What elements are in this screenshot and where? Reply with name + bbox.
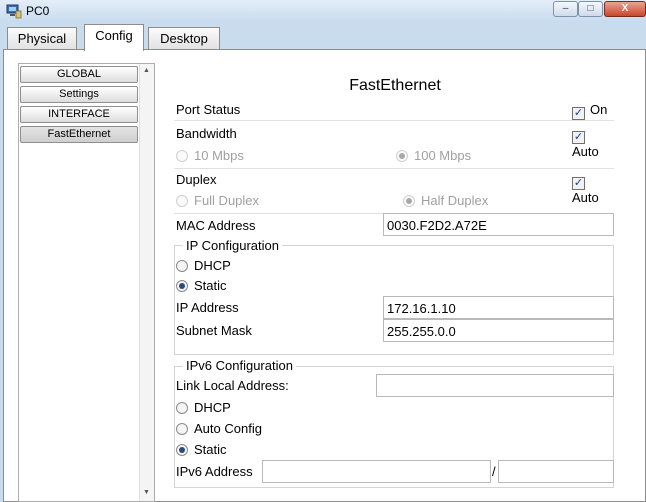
ipv6-dhcp-label: DHCP: [194, 400, 231, 415]
subnet-mask-field[interactable]: 255.255.0.0: [383, 319, 614, 342]
scroll-down-icon[interactable]: ▼: [143, 489, 150, 496]
minimize-button[interactable]: –: [553, 1, 578, 17]
window-title: PC0: [26, 4, 50, 18]
sidebar-scrollbar[interactable]: ▲ ▼: [139, 64, 154, 501]
tab-config[interactable]: Config: [84, 24, 144, 51]
radio-icon[interactable]: [176, 402, 188, 414]
ipv6-dhcp-radio[interactable]: DHCP: [176, 400, 231, 415]
ipv6-prefix-separator: /: [492, 464, 496, 479]
radio-icon[interactable]: [176, 150, 188, 162]
maximize-button[interactable]: □: [578, 1, 603, 17]
ip-address-field[interactable]: 172.16.1.10: [383, 296, 614, 319]
ipv6-configuration-legend: IPv6 Configuration: [183, 358, 296, 373]
radio-selected-icon[interactable]: [176, 444, 188, 456]
close-button[interactable]: X: [604, 1, 646, 17]
tab-bar: Physical Config Desktop: [0, 22, 646, 51]
link-local-address-label: Link Local Address:: [176, 378, 289, 393]
sidebar-item-global[interactable]: GLOBAL: [20, 66, 138, 83]
bandwidth-10-radio[interactable]: 10 Mbps: [176, 148, 244, 163]
port-status-checkbox[interactable]: ✓ On: [572, 102, 607, 120]
bandwidth-options-row: 10 Mbps 100 Mbps: [174, 145, 614, 169]
pc-icon: [6, 4, 22, 19]
radio-selected-icon[interactable]: [176, 280, 188, 292]
ip-static-label: Static: [194, 278, 227, 293]
checkbox-checked-icon[interactable]: ✓: [572, 131, 585, 144]
scroll-up-icon[interactable]: ▲: [143, 67, 150, 74]
full-duplex-radio[interactable]: Full Duplex: [176, 193, 259, 208]
duplex-label: Duplex: [176, 172, 217, 187]
ipv6-static-label: Static: [194, 442, 227, 457]
ip-dhcp-radio[interactable]: DHCP: [176, 258, 231, 273]
half-duplex-label: Half Duplex: [421, 193, 489, 208]
ip-dhcp-label: DHCP: [194, 258, 231, 273]
radio-selected-icon[interactable]: [403, 195, 415, 207]
bandwidth-100-radio[interactable]: 100 Mbps: [396, 148, 471, 163]
ipv6-static-radio[interactable]: Static: [176, 442, 227, 457]
ipv6-address-label: IPv6 Address: [176, 464, 253, 479]
ipv6-address-field[interactable]: [262, 460, 491, 483]
tab-desktop[interactable]: Desktop: [148, 27, 220, 49]
panel-title: FastEthernet: [349, 77, 441, 94]
full-duplex-label: Full Duplex: [194, 193, 260, 208]
window-titlebar[interactable]: PC0 – □ X: [0, 0, 646, 22]
subnet-mask-label: Subnet Mask: [176, 323, 252, 338]
tab-physical[interactable]: Physical: [7, 27, 77, 49]
ipv6-prefix-field[interactable]: [498, 460, 614, 483]
checkbox-checked-icon[interactable]: ✓: [572, 107, 585, 120]
bandwidth-100-label: 100 Mbps: [414, 148, 472, 163]
checkbox-checked-icon[interactable]: ✓: [572, 177, 585, 190]
port-status-row: Port Status ✓ On: [174, 99, 614, 121]
radio-icon[interactable]: [176, 195, 188, 207]
radio-icon[interactable]: [176, 423, 188, 435]
mac-address-label: MAC Address: [176, 218, 256, 233]
port-status-label: Port Status: [176, 102, 241, 117]
bandwidth-row: Bandwidth ✓Auto: [174, 123, 614, 159]
ip-configuration-legend: IP Configuration: [183, 238, 282, 253]
mac-address-field[interactable]: 0030.F2D2.A72E: [383, 213, 614, 236]
sidebar-item-settings[interactable]: Settings: [20, 86, 138, 103]
ipv6-auto-config-label: Auto Config: [194, 421, 262, 436]
radio-selected-icon[interactable]: [396, 150, 408, 162]
port-status-on-label: On: [590, 102, 608, 117]
duplex-options-row: Full Duplex Half Duplex: [174, 190, 614, 214]
sidebar: GLOBAL Settings INTERFACE FastEthernet ▲…: [18, 63, 155, 502]
sidebar-item-fastethernet[interactable]: FastEthernet: [20, 126, 138, 143]
ip-address-label: IP Address: [176, 300, 239, 315]
ipv6-auto-config-radio[interactable]: Auto Config: [176, 421, 262, 436]
duplex-row: Duplex ✓Auto: [174, 169, 614, 205]
link-local-address-field[interactable]: [376, 374, 614, 397]
bandwidth-label: Bandwidth: [176, 126, 237, 141]
ip-static-radio[interactable]: Static: [176, 278, 227, 293]
bandwidth-10-label: 10 Mbps: [194, 148, 244, 163]
half-duplex-radio[interactable]: Half Duplex: [403, 193, 488, 208]
radio-icon[interactable]: [176, 260, 188, 272]
sidebar-item-interface[interactable]: INTERFACE: [20, 106, 138, 123]
